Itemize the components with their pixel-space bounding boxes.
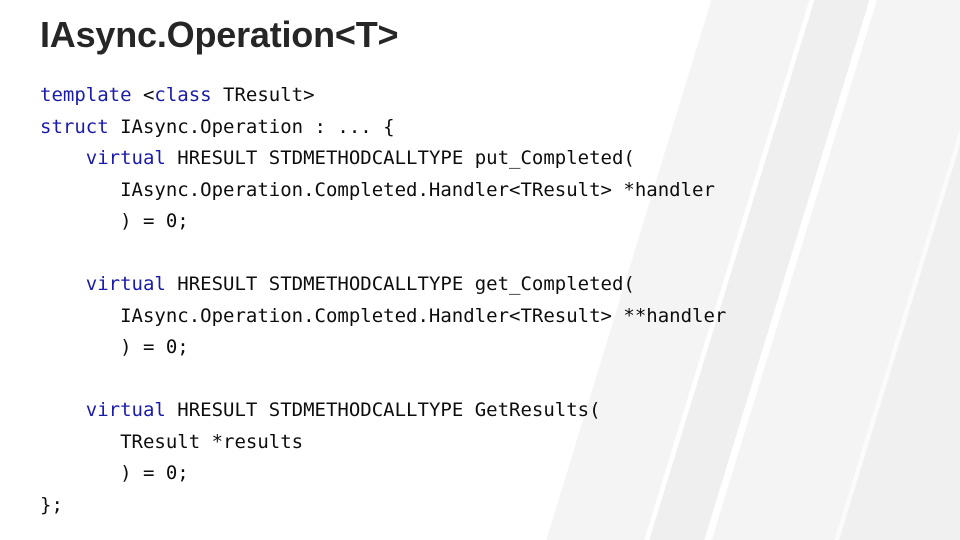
code-text: HRESULT STDMETHODCALLTYPE GetResults( (165, 399, 601, 421)
code-keyword: struct (40, 115, 109, 138)
code-keyword: virtual (85, 273, 166, 295)
code-text: HRESULT STDMETHODCALLTYPE get_Completed( (165, 273, 635, 295)
code-text: ) = 0; (120, 210, 189, 232)
code-text: TResult *results (120, 430, 304, 453)
code-line: struct IAsync.Operation : ... { (40, 112, 726, 144)
code-text: TResult> (211, 84, 315, 106)
code-line: IAsync.Operation.Completed.Handler<TResu… (40, 175, 726, 207)
code-line: }; (40, 490, 726, 522)
code-keyword: virtual (85, 399, 166, 421)
code-text: HRESULT STDMETHODCALLTYPE put_Completed( (165, 147, 635, 169)
code-line: IAsync.Operation.Completed.Handler<TResu… (40, 301, 726, 333)
decorative-band-6 (767, 0, 960, 540)
code-line: TResult *results (40, 427, 726, 459)
code-text: }; (40, 493, 63, 516)
code-line: virtual HRESULT STDMETHODCALLTYPE get_Co… (40, 269, 726, 301)
code-keyword: template (40, 84, 132, 106)
code-text: ) = 0; (120, 336, 189, 358)
code-text: IAsync.Operation.Completed.Handler<TResu… (120, 178, 715, 201)
page-title: IAsync.Operation<T> (40, 14, 399, 55)
code-keyword: virtual (85, 147, 166, 169)
code-text: IAsync.Operation : ... { (108, 115, 395, 138)
code-text: < (131, 84, 155, 106)
code-line: ) = 0; (40, 332, 726, 364)
code-line: ) = 0; (40, 458, 726, 490)
code-block: template <class TResult> struct IAsync.Op… (40, 80, 726, 521)
slide: IAsync.Operation<T> template <class TRes… (0, 0, 960, 540)
code-line: ) = 0; (40, 206, 726, 238)
code-keyword: class (154, 84, 212, 106)
code-text: ) = 0; (120, 462, 189, 484)
code-line: virtual HRESULT STDMETHODCALLTYPE GetRes… (40, 395, 726, 427)
code-text: IAsync.Operation.Completed.Handler<TResu… (120, 304, 727, 327)
decorative-band-7 (779, 0, 960, 540)
code-line: virtual HRESULT STDMETHODCALLTYPE put_Co… (40, 143, 726, 175)
code-line: template <class TResult> (40, 80, 726, 112)
